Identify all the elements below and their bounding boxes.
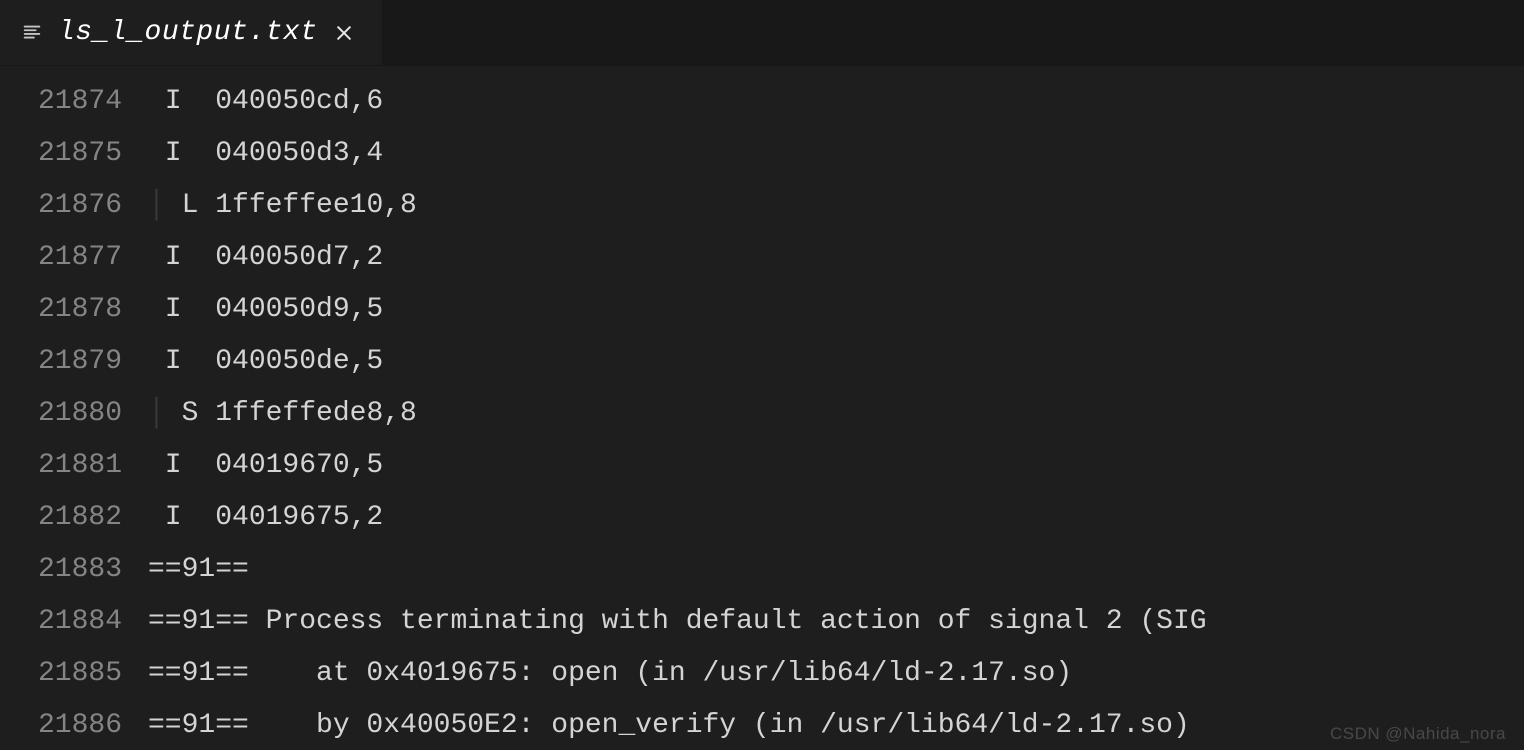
- line-number: 21876: [0, 180, 148, 232]
- line-content: I 040050cd,6: [148, 76, 383, 128]
- editor-line[interactable]: 21883==91==: [0, 544, 1524, 596]
- editor-line[interactable]: 21886==91== by 0x40050E2: open_verify (i…: [0, 700, 1524, 750]
- tab-filename: ls_l_output.txt: [58, 17, 318, 48]
- line-content: │ S 1ffeffede8,8: [148, 388, 417, 440]
- line-content: I 04019675,2: [148, 492, 383, 544]
- close-icon[interactable]: [332, 21, 356, 45]
- editor-line[interactable]: 21880│ S 1ffeffede8,8: [0, 388, 1524, 440]
- file-lines-icon: [20, 21, 44, 45]
- line-content: I 040050d3,4: [148, 128, 383, 180]
- tab-bar: ls_l_output.txt: [0, 0, 1524, 66]
- line-number: 21880: [0, 388, 148, 440]
- line-content: I 040050d9,5: [148, 284, 383, 336]
- editor-line[interactable]: 21885==91== at 0x4019675: open (in /usr/…: [0, 648, 1524, 700]
- line-content: │ L 1ffeffee10,8: [148, 180, 417, 232]
- editor-line[interactable]: 21884==91== Process terminating with def…: [0, 596, 1524, 648]
- line-number: 21881: [0, 440, 148, 492]
- line-number: 21882: [0, 492, 148, 544]
- line-number: 21878: [0, 284, 148, 336]
- line-content: ==91==: [148, 544, 266, 596]
- line-content: I 04019670,5: [148, 440, 383, 492]
- editor-line[interactable]: 21877 I 040050d7,2: [0, 232, 1524, 284]
- line-content: I 040050d7,2: [148, 232, 383, 284]
- editor-line[interactable]: 21876│ L 1ffeffee10,8: [0, 180, 1524, 232]
- editor-line[interactable]: 21875 I 040050d3,4: [0, 128, 1524, 180]
- editor-line[interactable]: 21878 I 040050d9,5: [0, 284, 1524, 336]
- editor-line[interactable]: 21881 I 04019670,5: [0, 440, 1524, 492]
- line-number: 21886: [0, 700, 148, 750]
- line-content: ==91== Process terminating with default …: [148, 596, 1207, 648]
- line-number: 21877: [0, 232, 148, 284]
- line-content: I 040050de,5: [148, 336, 383, 388]
- line-number: 21875: [0, 128, 148, 180]
- line-number: 21884: [0, 596, 148, 648]
- line-number: 21885: [0, 648, 148, 700]
- line-number: 21883: [0, 544, 148, 596]
- line-number: 21879: [0, 336, 148, 388]
- editor-line[interactable]: 21882 I 04019675,2: [0, 492, 1524, 544]
- editor-line[interactable]: 21879 I 040050de,5: [0, 336, 1524, 388]
- indent-guide: │: [148, 190, 165, 221]
- watermark: CSDN @Nahida_nora: [1330, 724, 1506, 744]
- indent-guide: │: [148, 398, 165, 429]
- line-content: ==91== by 0x40050E2: open_verify (in /us…: [148, 700, 1190, 750]
- tab-active[interactable]: ls_l_output.txt: [0, 0, 382, 65]
- editor-area[interactable]: 21874 I 040050cd,621875 I 040050d3,42187…: [0, 66, 1524, 750]
- line-number: 21874: [0, 76, 148, 128]
- editor-line[interactable]: 21874 I 040050cd,6: [0, 76, 1524, 128]
- line-content: ==91== at 0x4019675: open (in /usr/lib64…: [148, 648, 1072, 700]
